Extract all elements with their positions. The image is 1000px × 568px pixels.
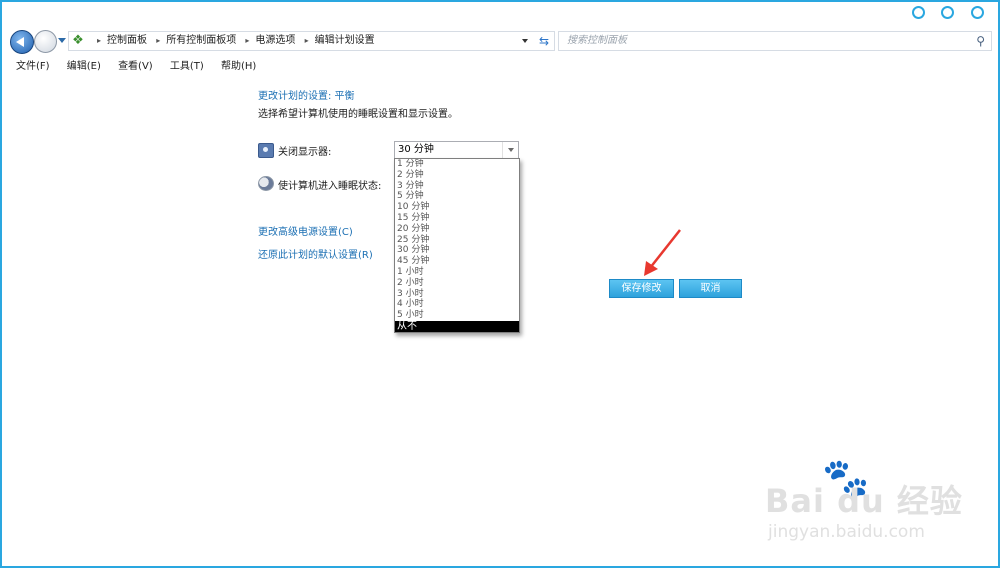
dropdown-option[interactable]: 2 小时 bbox=[395, 278, 519, 289]
control-panel-icon: ❖ bbox=[72, 33, 84, 48]
chevron-right-icon[interactable]: ▸ bbox=[156, 36, 160, 45]
forward-button[interactable] bbox=[34, 30, 57, 53]
breadcrumb-power-options[interactable]: 电源选项 bbox=[255, 35, 295, 46]
breadcrumb-all-items[interactable]: 所有控制面板项 bbox=[166, 35, 236, 46]
search-box[interactable]: 搜索控制面板 ⚲ bbox=[558, 31, 992, 51]
chevron-right-icon[interactable]: ▸ bbox=[97, 36, 101, 45]
sleep-label: 使计算机进入睡眠状态: bbox=[278, 181, 382, 192]
watermark-url: jingyan.baidu.com bbox=[768, 522, 925, 542]
dropdown-option[interactable]: 15 分钟 bbox=[395, 213, 519, 224]
back-button[interactable] bbox=[10, 30, 34, 54]
menu-edit[interactable]: 编辑(E) bbox=[67, 61, 101, 72]
restore-defaults-link[interactable]: 还原此计划的默认设置(R) bbox=[258, 246, 373, 261]
refresh-icon[interactable]: ⇆ bbox=[539, 33, 549, 49]
chevron-down-icon bbox=[508, 148, 514, 152]
menu-tools[interactable]: 工具(T) bbox=[170, 61, 204, 72]
menu-file[interactable]: 文件(F) bbox=[16, 61, 50, 72]
save-changes-button[interactable]: 保存修改 bbox=[609, 279, 674, 298]
advanced-power-settings-link[interactable]: 更改高级电源设置(C) bbox=[258, 223, 353, 238]
sleep-moon-icon bbox=[258, 176, 274, 191]
dropdown-option[interactable]: 3 分钟 bbox=[395, 181, 519, 192]
minimize-icon[interactable] bbox=[912, 6, 925, 19]
chevron-right-icon[interactable]: ▸ bbox=[305, 36, 309, 45]
annotation-arrow-icon bbox=[644, 229, 681, 276]
dropdown-option[interactable]: 5 小时 bbox=[395, 310, 519, 321]
chevron-right-icon[interactable]: ▸ bbox=[245, 36, 249, 45]
dropdown-option[interactable]: 20 分钟 bbox=[395, 224, 519, 235]
display-off-select[interactable]: 30 分钟 bbox=[394, 141, 519, 159]
dropdown-option[interactable]: 4 小时 bbox=[395, 299, 519, 310]
search-icon[interactable]: ⚲ bbox=[976, 33, 985, 49]
menu-help[interactable]: 帮助(H) bbox=[221, 61, 256, 72]
dropdown-option[interactable]: 1 小时 bbox=[395, 267, 519, 278]
dropdown-option[interactable]: 25 分钟 bbox=[395, 235, 519, 246]
search-input[interactable]: 搜索控制面板 bbox=[567, 32, 627, 50]
dropdown-option[interactable]: 30 分钟 bbox=[395, 245, 519, 256]
breadcrumb-edit-plan[interactable]: 编辑计划设置 bbox=[315, 35, 375, 46]
dropdown-option[interactable]: 1 分钟 bbox=[395, 159, 519, 170]
breadcrumb: ▸ 控制面板 ▸ 所有控制面板项 ▸ 电源选项 ▸ 编辑计划设置 bbox=[91, 32, 375, 50]
monitor-icon bbox=[258, 143, 274, 158]
page-title: 更改计划的设置: 平衡 bbox=[258, 91, 355, 102]
dropdown-option-selected[interactable]: 从不 bbox=[395, 320, 519, 332]
breadcrumb-control-panel[interactable]: 控制面板 bbox=[107, 35, 147, 46]
dropdown-option[interactable]: 3 小时 bbox=[395, 289, 519, 300]
cancel-button[interactable]: 取消 bbox=[679, 279, 742, 298]
dropdown-option[interactable]: 10 分钟 bbox=[395, 202, 519, 213]
dropdown-option[interactable]: 2 分钟 bbox=[395, 170, 519, 181]
page-description: 选择希望计算机使用的睡眠设置和显示设置。 bbox=[258, 109, 458, 120]
address-dropdown-icon[interactable] bbox=[522, 39, 528, 43]
dropdown-option[interactable]: 45 分钟 bbox=[395, 256, 519, 267]
watermark-brand: Bai du 经验 bbox=[765, 482, 963, 520]
maximize-icon[interactable] bbox=[941, 6, 954, 19]
close-icon[interactable] bbox=[971, 6, 984, 19]
address-bar[interactable]: ❖ ▸ 控制面板 ▸ 所有控制面板项 ▸ 电源选项 ▸ 编辑计划设置 ⇆ bbox=[68, 31, 555, 51]
display-off-label: 关闭显示器: bbox=[278, 147, 332, 158]
display-off-value: 30 分钟 bbox=[398, 144, 434, 155]
display-off-dropdown-list[interactable]: 1 分钟 2 分钟 3 分钟 5 分钟 10 分钟 15 分钟 20 分钟 25… bbox=[394, 158, 520, 333]
recent-pages-dropdown-icon[interactable] bbox=[58, 38, 66, 43]
dropdown-option[interactable]: 5 分钟 bbox=[395, 191, 519, 202]
menu-view[interactable]: 查看(V) bbox=[118, 61, 153, 72]
menu-bar: 文件(F) 编辑(E) 查看(V) 工具(T) 帮助(H) bbox=[16, 57, 270, 72]
